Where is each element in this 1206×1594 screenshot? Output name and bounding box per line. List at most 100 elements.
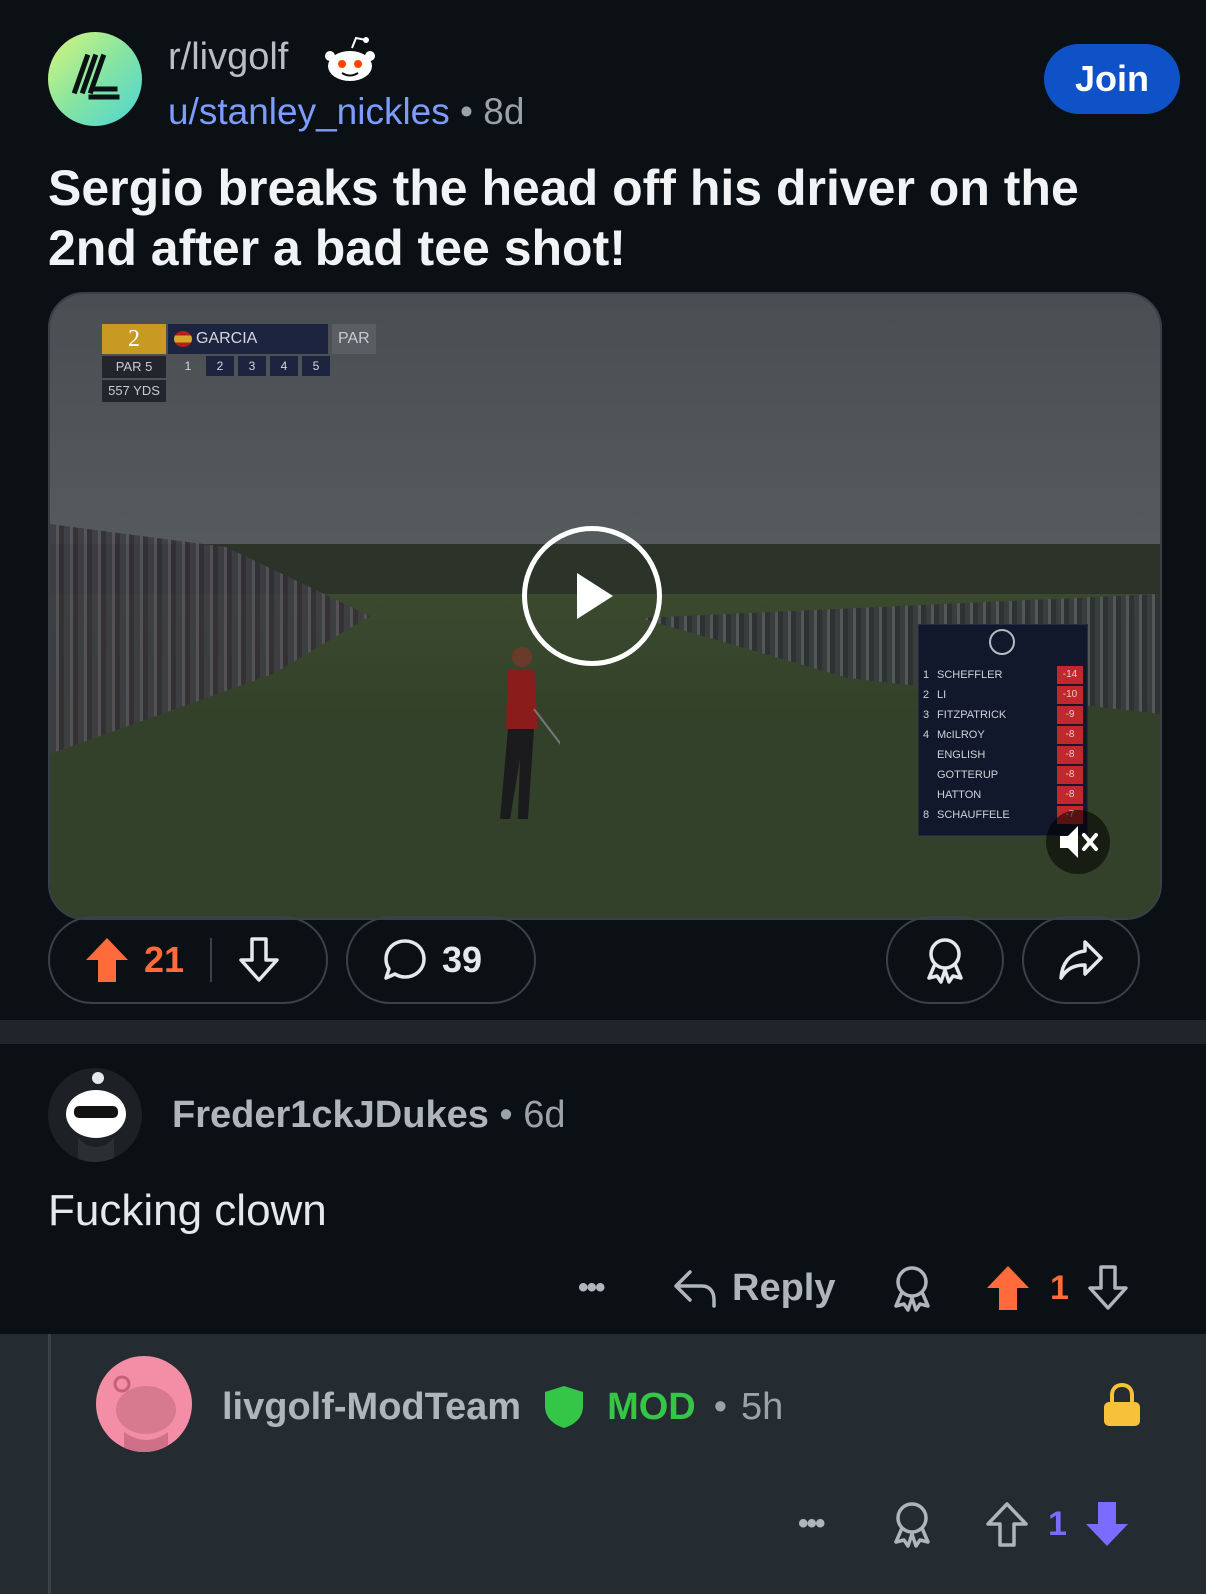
video-player[interactable]: 2 GARCIA PAR PAR 5 557 YDS 1 2 3 4 5 1 SC… <box>48 292 1162 920</box>
join-button[interactable]: Join <box>1044 44 1180 114</box>
mod-vote-control: 1 <box>984 1496 1131 1552</box>
mod-author-line: livgolf-ModTeam MOD • 5h <box>222 1384 783 1430</box>
leaderboard-row: 4 McILROY -8 <box>923 725 1083 744</box>
separator-dot: • <box>460 91 474 132</box>
mute-icon <box>1060 826 1098 858</box>
leaderboard-score: -8 <box>1057 765 1083 784</box>
leaderboard-name: ENGLISH <box>937 748 986 761</box>
hud-hole-cell: 1 <box>184 359 192 373</box>
hud-hole-cell: 3 <box>238 356 266 376</box>
more-options-button[interactable]: ••• <box>578 1271 605 1305</box>
leaderboard-name: LI <box>937 688 947 701</box>
mute-button[interactable] <box>1046 810 1110 874</box>
comment-vote-control: 1 <box>984 1260 1131 1316</box>
avatar-snoo-icon <box>113 1375 176 1452</box>
golfer-figure <box>500 647 560 819</box>
subreddit-name[interactable]: r/livgolf <box>168 36 288 79</box>
mod-reply-actions: ••• <box>798 1496 825 1552</box>
lock-icon <box>1104 1382 1140 1426</box>
leaderboard-row: GOTTERUP -8 <box>923 765 1083 784</box>
leaderboard-name: SCHEFFLER <box>937 668 1003 681</box>
separator-dot: • <box>713 1385 728 1428</box>
comment-icon <box>384 939 426 980</box>
leaderboard-row: 1 SCHEFFLER -14 <box>923 665 1083 684</box>
downvote-icon[interactable] <box>1083 1500 1131 1548</box>
leaderboard-name: SCHAUFFELE <box>937 808 1010 821</box>
post-title[interactable]: Sergio breaks the head off his driver on… <box>48 158 1158 278</box>
leaderboard-pos: 4 <box>923 728 930 741</box>
leaderboard: 1 SCHEFFLER -14 2 LI -10 3 FITZPATRICK -9 4 McI… <box>918 624 1088 836</box>
play-icon <box>577 573 613 619</box>
leaderboard-pos: 1 <box>923 668 930 681</box>
comment-author[interactable]: Freder1ckJDukes <box>172 1094 489 1136</box>
leaderboard-score: -10 <box>1057 685 1083 704</box>
upvote-icon[interactable] <box>84 936 130 984</box>
downvote-icon[interactable] <box>1085 1264 1131 1312</box>
leaderboard-name: FITZPATRICK <box>937 708 1007 721</box>
more-options-button[interactable]: ••• <box>798 1507 825 1541</box>
leaderboard-score: -9 <box>1057 705 1083 724</box>
mod-badge: MOD <box>607 1385 696 1428</box>
subreddit-avatar[interactable] <box>48 32 142 126</box>
avatar-snoo-icon <box>66 1072 126 1162</box>
mod-award-button[interactable] <box>890 1496 934 1552</box>
leaderboard-pos: 3 <box>923 708 930 721</box>
vote-control: 21 <box>48 916 328 1004</box>
hud-hole-cell: 2 <box>206 356 234 376</box>
leaderboard-score: -14 <box>1057 665 1083 684</box>
comment-author-line: Freder1ckJDukes • 6d <box>172 1094 566 1137</box>
leaderboard-score: -8 <box>1057 725 1083 744</box>
award-icon <box>927 938 963 984</box>
vote-divider <box>210 938 213 982</box>
comments-button[interactable]: 39 <box>346 916 536 1004</box>
leaderboard-name: HATTON <box>937 788 982 801</box>
reply-label: Reply <box>732 1266 836 1309</box>
hud-yards: 557 YDS <box>102 380 166 402</box>
leaderboard-score: -8 <box>1057 745 1083 764</box>
comment-award-button[interactable] <box>890 1260 934 1316</box>
hud-par-label: PAR <box>332 324 376 354</box>
share-button[interactable] <box>1022 916 1140 1004</box>
leaderboard-row: 3 FITZPATRICK -9 <box>923 705 1083 724</box>
award-button[interactable] <box>886 916 1004 1004</box>
leaderboard-name: GOTTERUP <box>937 768 999 781</box>
award-icon <box>894 1266 930 1312</box>
play-button[interactable] <box>522 526 662 666</box>
leaderboard-name: McILROY <box>937 728 985 741</box>
leaderboard-pos: 8 <box>923 808 930 821</box>
separator-dot: • <box>499 1094 513 1136</box>
reply-button[interactable]: Reply <box>672 1260 835 1316</box>
comment-score: 1 <box>1050 1268 1069 1307</box>
hud-hole-number: 2 <box>102 324 166 354</box>
shield-icon <box>545 1386 584 1428</box>
hud-hole-cell: 4 <box>270 356 298 376</box>
post-author-line: u/stanley_nickles • 8d <box>168 91 524 133</box>
leaderboard-row: HATTON -8 <box>923 785 1083 804</box>
hud-par: PAR 5 <box>102 356 166 378</box>
downvote-icon[interactable] <box>236 936 282 984</box>
comment-age: 6d <box>523 1094 566 1136</box>
livgolf-logo <box>71 53 120 100</box>
mod-reply-score: 1 <box>1048 1504 1067 1543</box>
reply-icon <box>674 1270 716 1308</box>
mod-reply-age: 5h <box>741 1385 784 1428</box>
avatar[interactable] <box>96 1356 192 1452</box>
leaderboard-row: 2 LI -10 <box>923 685 1083 704</box>
mod-author[interactable]: livgolf-ModTeam <box>222 1386 521 1429</box>
leaderboard-row: ENGLISH -8 <box>923 745 1083 764</box>
comment-count: 39 <box>442 939 483 980</box>
post-author[interactable]: u/stanley_nickles <box>168 91 450 132</box>
spain-flag-icon <box>174 331 192 347</box>
post-score: 21 <box>144 939 185 980</box>
section-divider <box>0 1020 1206 1044</box>
upvote-icon[interactable] <box>984 1264 1032 1312</box>
award-icon <box>894 1502 930 1548</box>
hud-hole-cell: 5 <box>302 356 330 376</box>
avatar[interactable] <box>48 1068 142 1162</box>
thread-line[interactable] <box>48 1334 51 1594</box>
snoo-icon <box>325 36 375 81</box>
comment-body: Fucking clown <box>48 1186 327 1235</box>
hud-player-name: GARCIA <box>168 324 328 354</box>
upvote-icon[interactable] <box>984 1500 1030 1548</box>
leaderboard-pos: 2 <box>923 688 930 701</box>
